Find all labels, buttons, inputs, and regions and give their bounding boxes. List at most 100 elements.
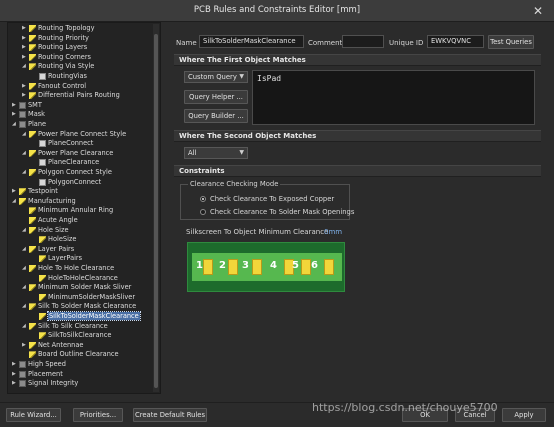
chevron-right-icon[interactable]: ▶ xyxy=(22,82,29,92)
chevron-down-icon[interactable]: ◢ xyxy=(22,245,29,255)
tree-item[interactable]: LayerPairs xyxy=(32,254,82,264)
tree-item[interactable]: ◢ Power Plane Connect Style xyxy=(22,130,126,140)
tree-item[interactable]: ◢ Plane xyxy=(12,120,46,130)
chevron-down-icon[interactable]: ◢ xyxy=(22,168,29,178)
tree-item[interactable]: MinimumSolderMaskSliver xyxy=(32,293,135,303)
chevron-down-icon[interactable]: ◢ xyxy=(22,149,29,159)
tree-item[interactable]: ◢ Hole Size xyxy=(22,226,69,236)
rule-icon xyxy=(29,226,36,234)
pad-5 xyxy=(301,259,311,275)
tree-item-label: SMT xyxy=(28,100,42,109)
tree-item[interactable]: ◢ Manufacturing xyxy=(12,197,76,207)
query-helper-button[interactable]: Query Helper ... xyxy=(184,90,248,104)
test-queries-button[interactable]: Test Queries xyxy=(488,35,534,49)
chevron-right-icon[interactable]: ▶ xyxy=(22,34,29,44)
tree-item[interactable]: ▶ SMT xyxy=(12,101,42,111)
chevron-right-icon[interactable]: ▶ xyxy=(22,24,29,34)
radio-solder-mask-openings-label: Check Clearance To Solder Mask Openings xyxy=(210,208,355,216)
chevron-down-icon[interactable]: ◢ xyxy=(22,62,29,72)
chevron-down-icon[interactable]: ◢ xyxy=(12,120,19,130)
tree-item-label: Minimum Solder Mask Sliver xyxy=(38,283,132,292)
tree-item[interactable]: SilkToSolderMaskClearance xyxy=(32,311,141,322)
tree-item[interactable]: Minimum Annular Ring xyxy=(22,206,113,216)
tree-item[interactable]: HoleSize xyxy=(32,235,76,245)
tree-item[interactable]: ▶ Fanout Control xyxy=(22,82,86,92)
tree-item[interactable]: ◢ Minimum Solder Mask Sliver xyxy=(22,283,131,293)
scrollbar-thumb[interactable] xyxy=(154,34,158,388)
chevron-right-icon[interactable]: ▶ xyxy=(22,91,29,101)
chevron-right-icon[interactable]: ▶ xyxy=(22,53,29,63)
tree-item[interactable]: ◢ Silk To Solder Mask Clearance xyxy=(22,302,136,312)
chevron-right-icon[interactable]: ▶ xyxy=(12,110,19,120)
chevron-down-icon: ▼ xyxy=(239,73,244,80)
comment-field[interactable] xyxy=(342,35,384,48)
chevron-right-icon[interactable]: ▶ xyxy=(12,370,19,380)
tree-item[interactable]: SilkToSilkClearance xyxy=(32,331,111,341)
pad-2 xyxy=(228,259,238,275)
tree-item[interactable]: Acute Angle xyxy=(22,216,78,226)
chevron-right-icon[interactable]: ▶ xyxy=(12,360,19,370)
radio-exposed-copper[interactable]: Check Clearance To Exposed Copper xyxy=(200,195,334,203)
tree-item-label: Hole Size xyxy=(38,225,69,234)
tree-item[interactable]: ▶ High Speed xyxy=(12,360,66,370)
tree-item[interactable]: RoutingVias xyxy=(32,72,87,82)
tree-item[interactable]: ▶ Routing Topology xyxy=(22,24,95,34)
priorities-button[interactable]: Priorities... xyxy=(73,408,123,422)
query-builder-button[interactable]: Query Builder ... xyxy=(184,109,248,123)
tree-item[interactable]: ▶ Routing Corners xyxy=(22,53,91,63)
tree-item[interactable]: ◢ Silk To Silk Clearance xyxy=(22,322,108,332)
tree-item-label: RoutingVias xyxy=(48,72,87,80)
tree-item[interactable]: ▶ Testpoint xyxy=(12,187,58,197)
chevron-down-icon[interactable]: ◢ xyxy=(22,322,29,332)
tree-item[interactable]: ▶ Differential Pairs Routing xyxy=(22,91,120,101)
chevron-down-icon[interactable]: ◢ xyxy=(22,264,29,274)
clearance-mode-title: Clearance Checking Mode xyxy=(188,180,281,188)
tree-item[interactable]: ◢ Routing Via Style xyxy=(22,62,94,72)
tree-item[interactable]: ▶ Routing Priority xyxy=(22,34,89,44)
tree-item[interactable]: ▶ Signal Integrity xyxy=(12,379,78,389)
chevron-right-icon[interactable]: ▶ xyxy=(12,379,19,389)
close-icon[interactable]: ✕ xyxy=(530,3,546,19)
chevron-down-icon[interactable]: ◢ xyxy=(22,226,29,236)
first-match-mode-select[interactable]: Custom Query ▼ xyxy=(184,71,248,83)
chevron-right-icon[interactable]: ▶ xyxy=(12,187,19,197)
chevron-right-icon[interactable]: ▶ xyxy=(22,43,29,53)
tree-item-label: Plane xyxy=(28,120,47,128)
tree-item[interactable]: PolygonConnect xyxy=(32,178,101,188)
chevron-down-icon[interactable]: ◢ xyxy=(22,302,29,312)
tree-item[interactable]: PlaneConnect xyxy=(32,139,93,149)
name-field[interactable]: SilkToSolderMaskClearance xyxy=(199,35,304,48)
apply-button[interactable]: Apply xyxy=(502,408,546,422)
tree-item[interactable]: HoleToHoleClearance xyxy=(32,274,118,284)
tree-item[interactable]: ◢ Polygon Connect Style xyxy=(22,168,112,178)
rule-icon xyxy=(39,236,46,244)
chevron-down-icon[interactable]: ◢ xyxy=(22,130,29,140)
rule-wizard-button[interactable]: Rule Wizard... xyxy=(6,408,61,422)
tree-item[interactable]: Board Outline Clearance xyxy=(22,350,119,360)
tree-item-label: Layer Pairs xyxy=(38,244,75,253)
second-match-mode-select[interactable]: All ▼ xyxy=(184,147,248,159)
tree-item[interactable]: ▶ Mask xyxy=(12,110,45,120)
tree-item-label: Mask xyxy=(28,110,45,119)
tree-item[interactable]: ▶ Placement xyxy=(12,370,63,380)
chevron-down-icon[interactable]: ◢ xyxy=(12,197,19,207)
tree-item[interactable]: ◢ Hole To Hole Clearance xyxy=(22,264,114,274)
radio-solder-mask-openings[interactable]: Check Clearance To Solder Mask Openings xyxy=(200,208,354,216)
pad-6 xyxy=(324,259,334,275)
tree-item[interactable]: ◢ Power Plane Clearance xyxy=(22,149,113,159)
chevron-down-icon[interactable]: ◢ xyxy=(22,283,29,293)
unique-id-field[interactable]: EWKVQVNC xyxy=(427,35,484,48)
tree-item[interactable]: ▶ Net Antennae xyxy=(22,341,83,351)
chevron-right-icon[interactable]: ▶ xyxy=(22,341,29,351)
chevron-right-icon[interactable]: ▶ xyxy=(12,101,19,111)
rules-tree[interactable]: ▶ Routing Topology ▶ Routing Priority ▶ Routi… xyxy=(7,22,161,394)
tree-item[interactable]: ◢ Layer Pairs xyxy=(22,245,74,255)
rule-icon xyxy=(39,332,46,340)
query-text-area[interactable]: IsPad xyxy=(252,70,535,125)
tree-scrollbar[interactable] xyxy=(153,24,159,392)
silk-clearance-value[interactable]: 0mm xyxy=(324,228,342,236)
tree-item[interactable]: PlaneClearance xyxy=(32,158,99,168)
tree-item[interactable]: ▶ Routing Layers xyxy=(22,43,87,53)
rule-icon xyxy=(29,169,36,176)
create-default-rules-button[interactable]: Create Default Rules xyxy=(133,408,207,422)
